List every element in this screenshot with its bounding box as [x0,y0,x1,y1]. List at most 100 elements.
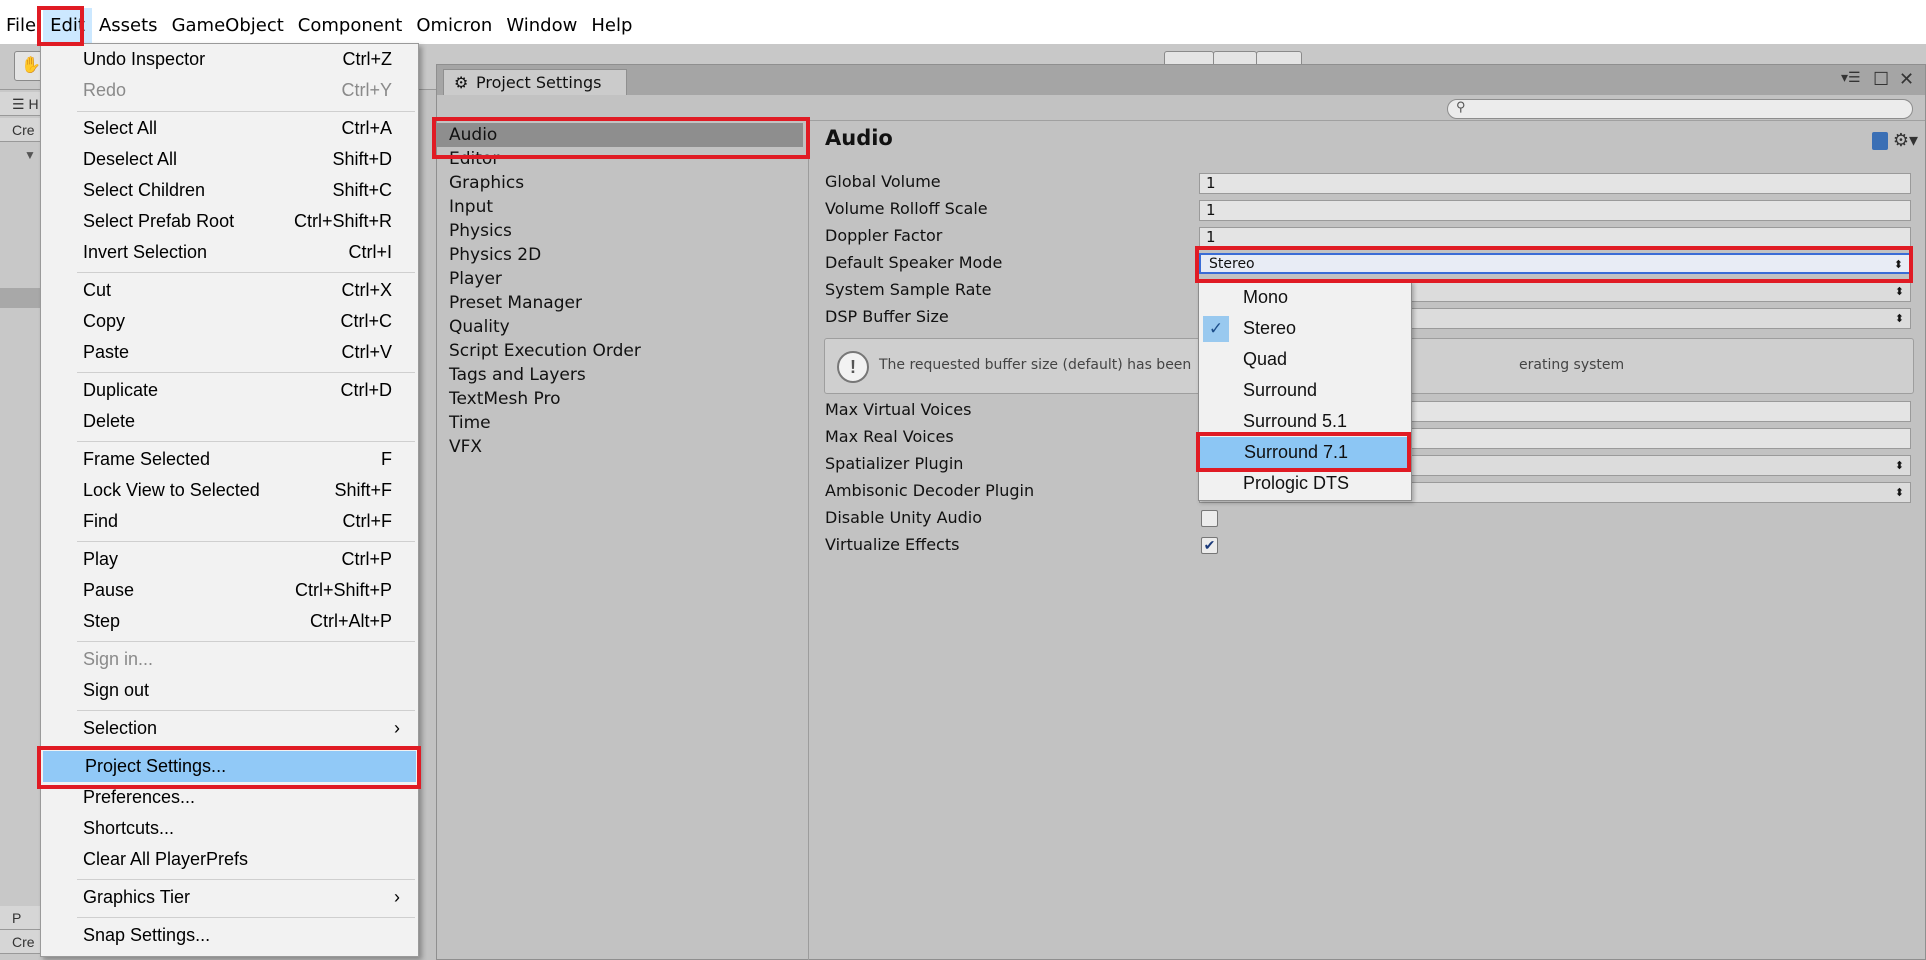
nav-vfx[interactable]: VFX [449,435,482,459]
project-create-button[interactable]: Cre [0,930,43,954]
menu-project-settings[interactable]: Project Settings... [43,751,416,782]
option-surround[interactable]: Surround [1199,375,1411,406]
menu-help[interactable]: Help [584,8,639,44]
menu-invert-selection[interactable]: Invert Selection Ctrl+I [41,237,418,268]
option-surround-5-1[interactable]: Surround 5.1 [1199,406,1411,437]
menu-step[interactable]: Step Ctrl+Alt+P [41,606,418,637]
menu-select-all[interactable]: Select All Ctrl+A [41,113,418,144]
hierarchy-selected-row[interactable] [0,288,43,308]
menu-paste[interactable]: Paste Ctrl+V [41,337,418,368]
menu-preferences[interactable]: Preferences... [41,782,418,813]
menu-graphics-tier[interactable]: Graphics Tier › [41,882,418,913]
menu-separator [77,641,415,642]
option-prologic-dts[interactable]: Prologic DTS [1199,468,1411,499]
dropdown-arrow-icon: ⬍ [1894,285,1904,298]
menu-clear-all-playerprefs[interactable]: Clear All PlayerPrefs [41,844,418,875]
disable-unity-audio-checkbox[interactable] [1201,510,1218,527]
nav-editor[interactable]: Editor [449,147,499,171]
option-quad[interactable]: Quad [1199,344,1411,375]
help-icons: ⚙▾ [1871,130,1918,151]
settings-gear-icon[interactable]: ⚙▾ [1893,130,1918,150]
menu-sign-out[interactable]: Sign out [41,675,418,706]
menu-assets[interactable]: Assets [92,8,165,44]
option-surround-7-1[interactable]: Surround 7.1 [1200,437,1408,468]
menu-play[interactable]: Play Ctrl+P [41,544,418,575]
warning-message-tail: erating system [1519,357,1625,373]
edit-menu-dropdown: Undo Inspector Ctrl+Z Redo Ctrl+Y Select A… [40,43,419,957]
doppler-factor-field[interactable]: 1 [1199,227,1911,248]
option-mono[interactable]: Mono [1199,282,1411,313]
project-tab[interactable]: P [0,906,43,930]
speaker-mode-label: Default Speaker Mode [825,253,1003,272]
menu-separator [77,372,415,373]
dropdown-arrow-icon: ⬍ [1894,486,1904,499]
menu-file[interactable]: File [0,8,43,44]
nav-script-execution-order[interactable]: Script Execution Order [449,339,641,363]
menu-lock-view-to-selected[interactable]: Lock View to Selected Shift+F [41,475,418,506]
nav-audio[interactable]: Audio [437,123,803,147]
spatializer-plugin-label: Spatializer Plugin [825,454,964,473]
checkmark-icon: ✔ [1203,537,1216,553]
menu-snap-settings[interactable]: Snap Settings... [41,920,418,951]
nav-quality[interactable]: Quality [449,315,510,339]
option-stereo[interactable]: ✓ Stereo [1199,313,1411,344]
speaker-mode-dropdown[interactable]: Stereo ⬍ [1199,253,1911,274]
project-settings-tab[interactable]: ⚙ Project Settings [443,69,627,95]
menu-shortcuts[interactable]: Shortcuts... [41,813,418,844]
menu-redo[interactable]: Redo Ctrl+Y [41,75,418,106]
nav-time[interactable]: Time [449,411,491,435]
menu-find[interactable]: Find Ctrl+F [41,506,418,537]
menu-select-prefab-root[interactable]: Select Prefab Root Ctrl+Shift+R [41,206,418,237]
settings-nav: Audio Editor Graphics Input Physics Phys… [437,121,809,960]
global-volume-field[interactable]: 1 [1199,173,1911,194]
volume-rolloff-field[interactable]: 1 [1199,200,1911,221]
menu-sign-in[interactable]: Sign in... [41,644,418,675]
nav-tags-and-layers[interactable]: Tags and Layers [449,363,586,387]
dropdown-arrow-icon: ⬍ [1894,459,1904,472]
menu-window[interactable]: Window [499,8,584,44]
menu-separator [77,917,415,918]
menu-pause[interactable]: Pause Ctrl+Shift+P [41,575,418,606]
nav-player[interactable]: Player [449,267,502,291]
menu-duplicate[interactable]: Duplicate Ctrl+D [41,375,418,406]
menu-frame-selected[interactable]: Frame Selected F [41,444,418,475]
virtualize-effects-checkbox[interactable]: ✔ [1201,537,1218,554]
doppler-factor-label: Doppler Factor [825,226,943,245]
menu-separator [77,541,415,542]
nav-preset-manager[interactable]: Preset Manager [449,291,582,315]
top-strip [0,0,1926,8]
dsp-buffer-label: DSP Buffer Size [825,307,949,326]
expand-arrow-icon[interactable]: ▼ [24,148,36,162]
menu-deselect-all[interactable]: Deselect All Shift+D [41,144,418,175]
hierarchy-panel: ☰ H Cre ▼ P Cre [0,90,43,960]
disable-unity-audio-label: Disable Unity Audio [825,508,983,527]
hierarchy-tab[interactable]: ☰ H [0,92,43,116]
nav-textmesh-pro[interactable]: TextMesh Pro [449,387,561,411]
menu-component[interactable]: Component [291,8,410,44]
menu-separator [77,441,415,442]
dropdown-arrow-icon: ⬍ [1893,258,1903,271]
menu-undo-inspector[interactable]: Undo Inspector Ctrl+Z [41,44,418,75]
volume-rolloff-label: Volume Rolloff Scale [825,199,988,218]
menu-delete[interactable]: Delete [41,406,418,437]
page-title: Audio [825,126,893,150]
nav-physics-2d[interactable]: Physics 2D [449,243,541,267]
menu-gameobject[interactable]: GameObject [165,8,291,44]
list-icon: ☰ [12,96,29,112]
menu-select-children[interactable]: Select Children Shift+C [41,175,418,206]
menu-omicron[interactable]: Omicron [409,8,499,44]
menu-edit[interactable]: Edit [43,8,92,44]
menu-cut[interactable]: Cut Ctrl+X [41,275,418,306]
menu-separator [77,111,415,112]
submenu-arrow-icon: › [394,718,400,738]
hand-icon: ✋ [21,57,41,74]
submenu-arrow-icon: › [394,887,400,907]
nav-input[interactable]: Input [449,195,493,219]
nav-physics[interactable]: Physics [449,219,512,243]
menu-separator [77,272,415,273]
hierarchy-create-button[interactable]: Cre [0,118,43,142]
menu-copy[interactable]: Copy Ctrl+C [41,306,418,337]
nav-graphics[interactable]: Graphics [449,171,524,195]
help-book-icon[interactable] [1871,132,1888,151]
menu-selection[interactable]: Selection › [41,713,418,744]
